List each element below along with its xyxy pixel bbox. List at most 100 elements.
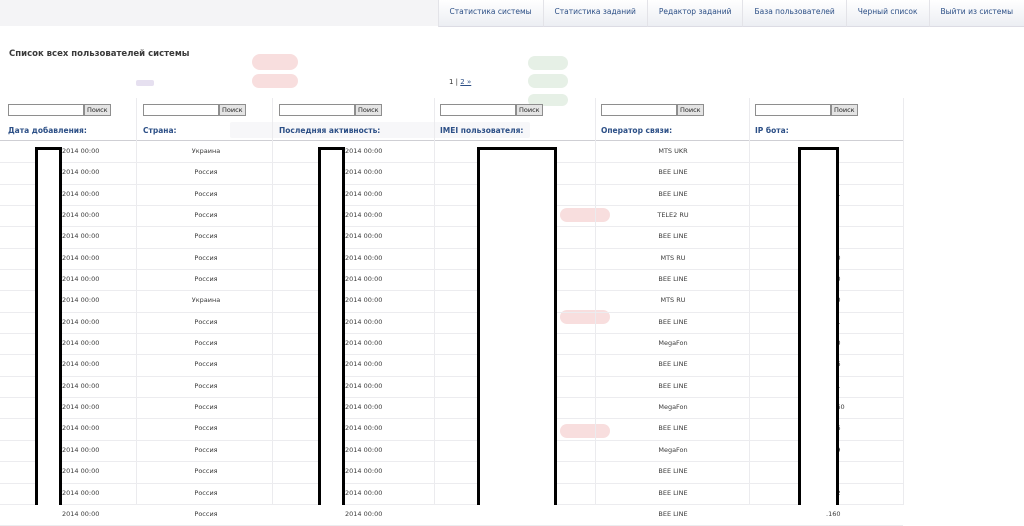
filter-last-activity-search-button[interactable]: Поиск: [355, 104, 382, 116]
nav-tab-task-stats[interactable]: Статистика заданий: [543, 0, 647, 27]
cell-operator: MegaFon: [658, 339, 687, 347]
cell-date-added: 2014 00:00: [62, 275, 99, 283]
cell-country: Россия: [194, 424, 217, 432]
cell-date-added: 2014 00:00: [62, 382, 99, 390]
table-row: 2014 00:00Россия2014 00:00MegaFon7.160: [0, 398, 903, 419]
ghost-toggle: [528, 56, 568, 70]
column-header-operator: Оператор связи:: [601, 126, 672, 135]
cell-last-activity: 2014 00:00: [345, 211, 382, 219]
cell-date-added: 2014 00:00: [62, 339, 99, 347]
table-row: 2014 00:00Россия2014 00:00BEE LINE.29: [0, 462, 903, 483]
cell-operator: BEE LINE: [658, 424, 687, 432]
nav-tab-user-database[interactable]: База пользователей: [742, 0, 845, 27]
cell-country: Россия: [194, 403, 217, 411]
cell-date-added: 2014 00:00: [62, 296, 99, 304]
table-row: 2014 00:00Россия2014 00:00BEE LINE.160: [0, 505, 903, 526]
redaction-box: [798, 147, 839, 505]
filter-ip-search-button[interactable]: Поиск: [831, 104, 858, 116]
column-header-imei: IMEI пользователя:: [440, 126, 523, 135]
filter-country-search-button[interactable]: Поиск: [219, 104, 246, 116]
cell-date-added: 2014 00:00: [62, 232, 99, 240]
filter-date-input[interactable]: [8, 104, 84, 116]
filter-operator: Поиск: [601, 104, 704, 116]
table-row: 2014 00:00Россия2014 00:00BEE LINE.191: [0, 313, 903, 334]
cell-country: Россия: [194, 232, 217, 240]
filter-imei-input[interactable]: [440, 104, 516, 116]
cell-date-added: 2014 00:00: [62, 424, 99, 432]
redaction-box: [477, 147, 557, 505]
page-title: Список всех пользователей системы: [9, 49, 189, 59]
cell-date-added: 2014 00:00: [62, 168, 99, 176]
filter-date: Поиск: [8, 104, 111, 116]
nav-tab-system-stats[interactable]: Статистика системы: [438, 0, 543, 27]
table-row: 2014 00:00Россия2014 00:00BEE LINE.75: [0, 227, 903, 248]
nav-tab-task-editor[interactable]: Редактор заданий: [647, 0, 743, 27]
cell-date-added: 2014 00:00: [62, 211, 99, 219]
pager-next-link[interactable]: 2 »: [460, 78, 471, 86]
cell-country: Россия: [194, 254, 217, 262]
table-row: 2014 00:00Россия2014 00:00TELE2 RU.52: [0, 206, 903, 227]
cell-last-activity: 2014 00:00: [345, 360, 382, 368]
cell-date-added: 2014 00:00: [62, 190, 99, 198]
cell-country: Украина: [192, 296, 220, 304]
cell-last-activity: 2014 00:00: [345, 403, 382, 411]
users-table-body: 2014 00:00Украина2014 00:00MTS UKR.75201…: [0, 142, 903, 526]
cell-country: Россия: [194, 382, 217, 390]
redaction-box: [318, 147, 345, 505]
ghost-toggle: [252, 54, 298, 70]
cell-last-activity: 2014 00:00: [345, 232, 382, 240]
cell-last-activity: 2014 00:00: [345, 489, 382, 497]
cell-operator: BEE LINE: [658, 382, 687, 390]
ghost-toggle: [528, 74, 568, 88]
column-header-country: Страна:: [143, 126, 177, 135]
cell-last-activity: 2014 00:00: [345, 296, 382, 304]
table-row: 2014 00:00Россия2014 00:00MegaFon.160: [0, 334, 903, 355]
redaction-box: [35, 147, 62, 505]
cell-country: Россия: [194, 360, 217, 368]
cell-date-added: 2014 00:00: [62, 403, 99, 411]
cell-operator: BEE LINE: [658, 467, 687, 475]
cell-country: Россия: [194, 168, 217, 176]
filter-date-search-button[interactable]: Поиск: [84, 104, 111, 116]
cell-date-added: 2014 00:00: [62, 318, 99, 326]
ghost-toggle: [252, 74, 298, 88]
cell-date-added: 2014 00:00: [62, 147, 99, 155]
filter-operator-input[interactable]: [601, 104, 677, 116]
cell-date-added: 2014 00:00: [62, 446, 99, 454]
filter-ip-input[interactable]: [755, 104, 831, 116]
cell-last-activity: 2014 00:00: [345, 275, 382, 283]
table-row: 2014 00:00Россия2014 00:00BEE LINE.191: [0, 377, 903, 398]
cell-country: Россия: [194, 275, 217, 283]
table-row: 2014 00:00Украина2014 00:00MTS UKR.75: [0, 142, 903, 163]
cell-last-activity: 2014 00:00: [345, 168, 382, 176]
cell-operator: BEE LINE: [658, 232, 687, 240]
cell-last-activity: 2014 00:00: [345, 339, 382, 347]
column-separator: [903, 98, 904, 505]
cell-operator: BEE LINE: [658, 360, 687, 368]
filter-operator-search-button[interactable]: Поиск: [677, 104, 704, 116]
cell-operator: MTS RU: [660, 254, 685, 262]
cell-country: Россия: [194, 190, 217, 198]
nav-tab-logout[interactable]: Выйти из системы: [929, 0, 1024, 27]
top-navigation-bar: Статистика системы Статистика заданий Ре…: [0, 0, 1024, 26]
filter-country-input[interactable]: [143, 104, 219, 116]
cell-date-added: 2014 00:00: [62, 510, 99, 518]
cell-ip: .160: [826, 510, 840, 518]
column-header-last-activity: Последняя активность:: [279, 126, 380, 135]
filter-last-activity-input[interactable]: [279, 104, 355, 116]
filter-imei-search-button[interactable]: Поиск: [516, 104, 543, 116]
nav-tabs: Статистика системы Статистика заданий Ре…: [438, 0, 1024, 26]
pager-current: 1 |: [449, 78, 458, 86]
cell-operator: BEE LINE: [658, 489, 687, 497]
cell-date-added: 2014 00:00: [62, 254, 99, 262]
cell-operator: MTS UKR: [658, 147, 687, 155]
table-row: 2014 00:00Россия2014 00:00BEE LINE.122: [0, 484, 903, 505]
cell-country: Россия: [194, 489, 217, 497]
table-row: 2014 00:00Россия2014 00:00BEE LINE.236: [0, 355, 903, 376]
cell-country: Россия: [194, 446, 217, 454]
table-row: 2014 00:00Россия2014 00:00BEE LINE.60: [0, 163, 903, 184]
nav-tab-blacklist[interactable]: Черный список: [846, 0, 929, 27]
cell-operator: TELE2 RU: [657, 211, 688, 219]
cell-last-activity: 2014 00:00: [345, 147, 382, 155]
cell-last-activity: 2014 00:00: [345, 510, 382, 518]
